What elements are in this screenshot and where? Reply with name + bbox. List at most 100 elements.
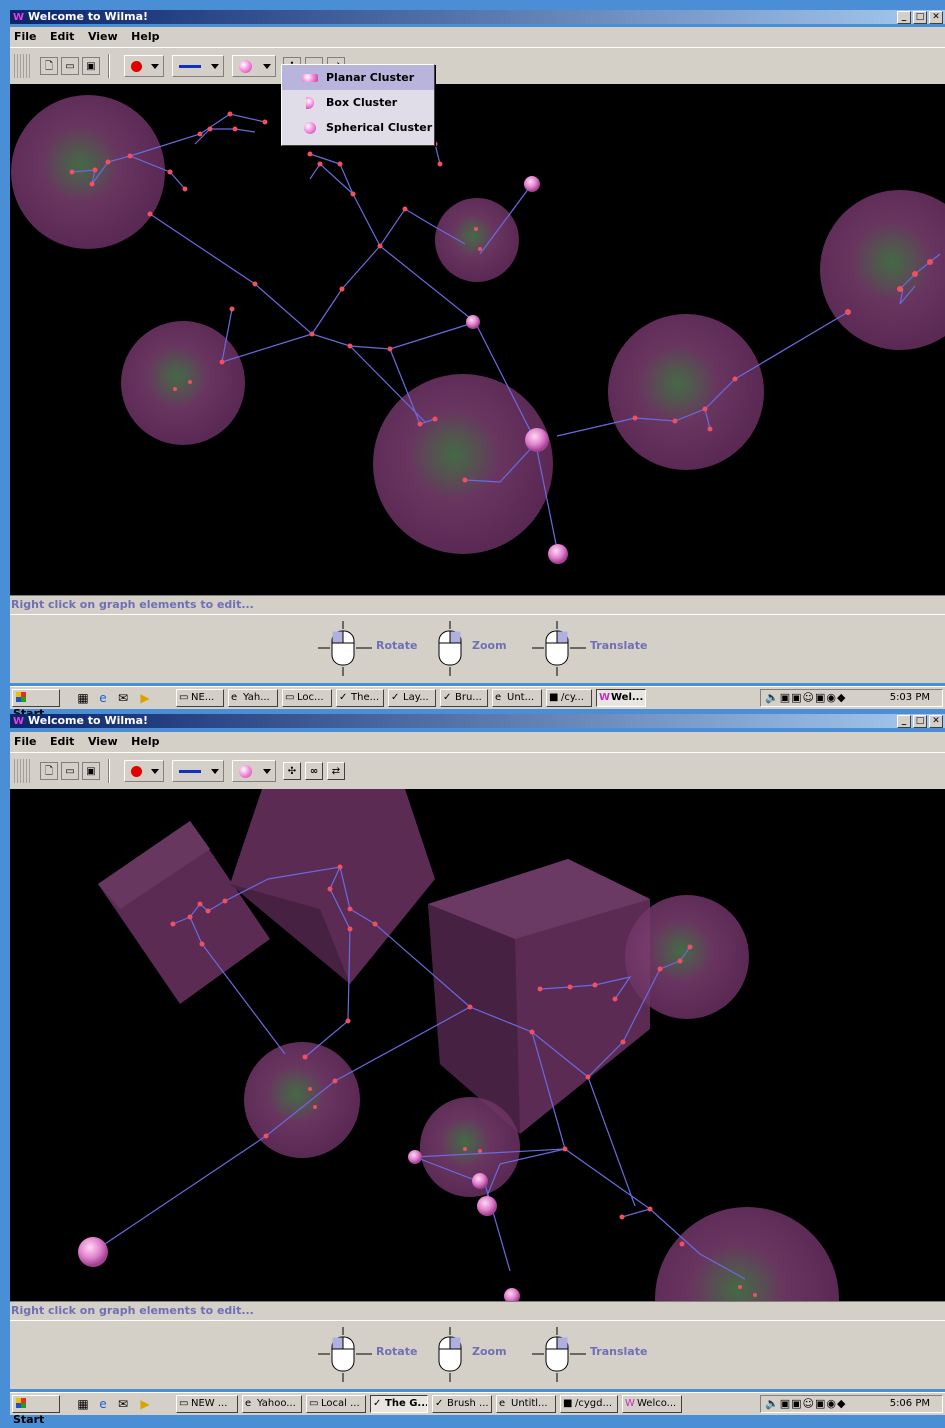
taskbar-item[interactable]: ▭ NEW ... (176, 1395, 238, 1413)
toolbar-separator (108, 759, 110, 783)
wilma-w-icon: W (13, 716, 25, 727)
spherical-cluster-icon (304, 122, 316, 134)
menu-edit[interactable]: Edit (50, 732, 74, 752)
menu-view[interactable]: View (88, 27, 118, 47)
taskbar-item[interactable]: e Yahoo... (242, 1395, 302, 1413)
layout-icon[interactable]: ⇄ (327, 762, 345, 780)
minimize-button[interactable]: _ (897, 715, 911, 728)
toolbar-separator (108, 54, 110, 78)
title-bar[interactable]: W Welcome to Wilma! _ □ ✕ (10, 10, 945, 24)
close-button[interactable]: ✕ (929, 715, 943, 728)
status-hint-text: Right click on graph elements to edit... (11, 1304, 254, 1317)
graph-view-2[interactable] (10, 789, 945, 1301)
taskbar-item-active[interactable]: WWel... (596, 689, 646, 707)
taskbar: Start ▦ e ✉ ▶ ▭NE... eYah... ▭Loc... ✓Th… (10, 686, 945, 720)
taskbar-item[interactable]: ▭ Loc... (282, 689, 332, 707)
toolbar-grip[interactable] (14, 759, 30, 783)
media-icon[interactable]: ▶ (138, 691, 152, 705)
media-icon[interactable]: ▶ (138, 1397, 152, 1411)
toolbar: 🗋 ▭ ▣ ✣ ∞ ⇄ (10, 752, 945, 790)
tray-icons[interactable]: 🔈▣▣☺▣◉◆ (765, 691, 846, 704)
new-file-icon[interactable]: 🗋 (40, 57, 58, 75)
maximize-button[interactable]: □ (913, 715, 927, 728)
edge-style-combo[interactable] (172, 55, 224, 77)
menu-edit[interactable]: Edit (50, 27, 74, 47)
cluster-type-combo[interactable] (232, 760, 276, 782)
taskbar-item[interactable]: e Unt... (492, 689, 542, 707)
cluster-type-combo[interactable] (232, 55, 276, 77)
windows-flag-icon (16, 692, 26, 702)
taskbar-item[interactable]: e Untitl... (496, 1395, 556, 1413)
maximize-button[interactable]: □ (913, 11, 927, 24)
menu-bar: File Edit View Help (10, 732, 945, 752)
tray-clock: 5:03 PM (889, 692, 930, 703)
edge-style-icon (179, 770, 201, 773)
popup-item-box-cluster[interactable]: Box Cluster (282, 90, 434, 115)
zoom-mouse-icon (438, 621, 462, 676)
ie-icon[interactable]: e (96, 691, 110, 705)
save-disk-icon[interactable]: ▣ (82, 762, 100, 780)
taskbar-item[interactable]: ▭ NE... (176, 689, 224, 707)
box-cluster[interactable] (98, 789, 650, 1134)
translate-label: Translate (590, 639, 648, 652)
taskbar-item[interactable]: ✓ Lay... (388, 689, 436, 707)
graph-view-1[interactable] (10, 84, 945, 595)
taskbar-item[interactable]: ■/cy... (546, 689, 592, 707)
taskbar-item-active[interactable]: ✓ The G... (370, 1395, 428, 1413)
node-color-combo[interactable] (124, 55, 164, 77)
menu-file[interactable]: File (14, 27, 37, 47)
status-hint-text: Right click on graph elements to edit... (11, 598, 254, 611)
taskbar-item[interactable]: ✓ The... (336, 689, 384, 707)
outlook-icon[interactable]: ✉ (116, 691, 130, 705)
close-button[interactable]: ✕ (929, 11, 943, 24)
cluster-popup-menu: Planar Cluster Box Cluster Spherical Clu… (281, 64, 435, 146)
taskbar-item[interactable]: W Welco... (622, 1395, 682, 1413)
taskbar-item[interactable]: ■/cygd... (560, 1395, 618, 1413)
tray-icons[interactable]: 🔈▣▣☺▣◉◆ (765, 1397, 846, 1410)
menu-help[interactable]: Help (131, 27, 159, 47)
popup-item-spherical-cluster[interactable]: Spherical Cluster (282, 115, 434, 140)
cluster-select-icon[interactable]: ✣ (283, 762, 301, 780)
title-bar[interactable]: W Welcome to Wilma! _ □ ✕ (10, 714, 945, 728)
system-tray: 🔈▣▣☺▣◉◆ 5:06 PM (760, 1395, 943, 1413)
rotate-mouse-icon (318, 1327, 372, 1382)
taskbar: Start ▦ e ✉ ▶ ▭ NEW ... e Yahoo... ▭ Local … (10, 1392, 945, 1426)
rotate-label: Rotate (376, 639, 418, 652)
node-color-icon (131, 766, 142, 777)
tray-clock: 5:06 PM (889, 1398, 930, 1409)
desktop-icon[interactable]: ▦ (76, 691, 90, 705)
taskbar-item[interactable]: ✓ Bru... (440, 689, 488, 707)
menu-bar: File Edit View Help (10, 27, 945, 47)
translate-label: Translate (590, 1345, 648, 1358)
zoom-mouse-icon (438, 1327, 462, 1382)
binoculars-icon[interactable]: ∞ (305, 762, 323, 780)
taskbar-item[interactable]: e Yah... (228, 689, 278, 707)
taskbar-item[interactable]: ▭ Local ... (306, 1395, 366, 1413)
edge-style-icon (179, 65, 201, 68)
menu-file[interactable]: File (14, 732, 37, 752)
minimize-button[interactable]: _ (897, 11, 911, 24)
status-hint-bar: Right click on graph elements to edit... (10, 595, 945, 614)
zoom-label: Zoom (472, 1345, 507, 1358)
start-button[interactable]: Start (12, 689, 60, 720)
toolbar-grip[interactable] (14, 54, 30, 78)
desktop-icon[interactable]: ▦ (76, 1397, 90, 1411)
taskbar-item[interactable]: ✓ Brush ... (432, 1395, 492, 1413)
popup-item-planar-cluster[interactable]: Planar Cluster (282, 65, 434, 90)
planar-cluster-icon (302, 74, 318, 82)
outlook-icon[interactable]: ✉ (116, 1397, 130, 1411)
edge-style-combo[interactable] (172, 760, 224, 782)
new-file-icon[interactable]: 🗋 (40, 762, 58, 780)
node-color-combo[interactable] (124, 760, 164, 782)
start-button[interactable]: Start (12, 1395, 60, 1426)
screenshot-2: W Welcome to Wilma! _ □ ✕ File Edit View… (0, 708, 945, 1426)
box-cluster-icon (306, 97, 314, 109)
ie-icon[interactable]: e (96, 1397, 110, 1411)
open-folder-icon[interactable]: ▭ (61, 57, 79, 75)
screenshot-1: W Welcome to Wilma! _ □ ✕ File Edit View… (0, 0, 945, 720)
save-disk-icon[interactable]: ▣ (82, 57, 100, 75)
menu-help[interactable]: Help (131, 732, 159, 752)
menu-view[interactable]: View (88, 732, 118, 752)
zoom-label: Zoom (472, 639, 507, 652)
open-folder-icon[interactable]: ▭ (61, 762, 79, 780)
